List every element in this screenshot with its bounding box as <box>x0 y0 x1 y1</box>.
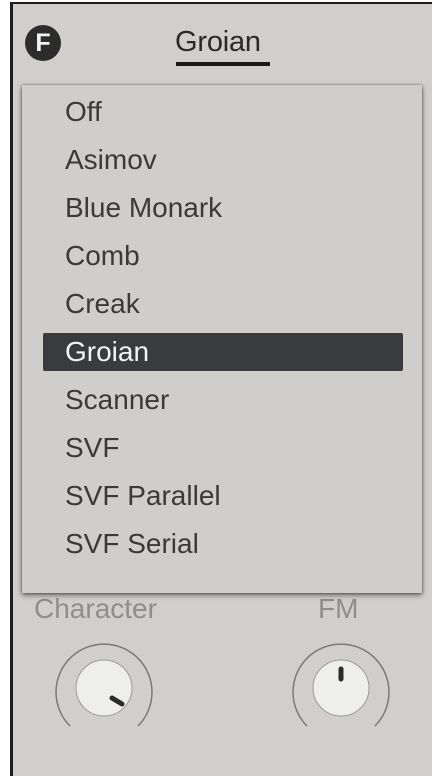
menu-item-asimov[interactable]: Asimov <box>43 141 403 179</box>
knob-label-fm: FM <box>318 593 359 624</box>
menu-item-svf-serial[interactable]: SVF Serial <box>43 525 403 563</box>
character-knob-icon <box>55 643 153 727</box>
knob-label-character: Character <box>34 593 157 624</box>
menu-item-svf[interactable]: SVF <box>43 429 403 467</box>
menu-item-off[interactable]: Off <box>43 93 403 131</box>
filter-type-dropdown: Off Asimov Blue Monark Comb Creak Groian… <box>22 85 422 593</box>
filter-type-selector[interactable]: Groian <box>175 24 261 60</box>
character-knob[interactable] <box>48 630 160 742</box>
menu-item-blue-monark[interactable]: Blue Monark <box>43 189 403 227</box>
menu-item-svf-parallel[interactable]: SVF Parallel <box>43 477 403 515</box>
menu-item-comb[interactable]: Comb <box>43 237 403 275</box>
menu-item-creak[interactable]: Creak <box>43 285 403 323</box>
menu-item-scanner[interactable]: Scanner <box>43 381 403 419</box>
filter-badge-icon: F <box>25 25 61 61</box>
selector-underline <box>176 62 270 66</box>
fm-knob-icon <box>292 643 390 727</box>
fm-knob[interactable] <box>285 630 397 742</box>
menu-item-groian[interactable]: Groian <box>43 333 403 371</box>
